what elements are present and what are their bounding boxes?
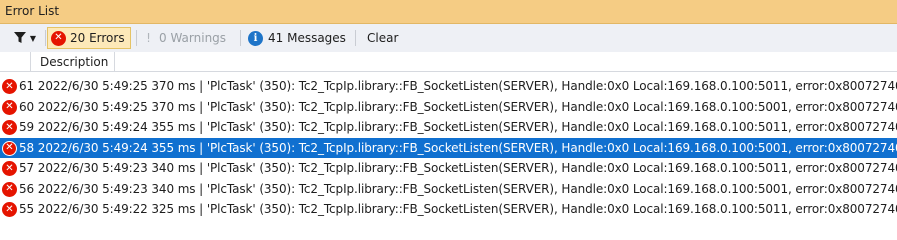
funnel-icon	[13, 32, 26, 43]
list-item[interactable]: ✕ 56 2022/6/30 5:49:23 340 ms | 'PlcTask'…	[0, 179, 897, 200]
error-icon: ✕	[51, 30, 66, 46]
description-column-header[interactable]: Description	[31, 52, 115, 72]
toolbar-separator	[45, 30, 46, 46]
error-icon: ✕	[2, 79, 17, 94]
chevron-down-icon: ▼	[29, 33, 37, 43]
column-header: Description	[0, 52, 897, 72]
list-item[interactable]: ✕ 59 2022/6/30 5:49:24 355 ms | 'PlcTask'…	[0, 117, 897, 138]
errors-label: 20 Errors	[70, 31, 125, 45]
toolbar-separator	[136, 30, 137, 46]
error-description: 61 2022/6/30 5:49:25 370 ms | 'PlcTask' …	[19, 79, 897, 93]
list-item[interactable]: ✕ 58 2022/6/30 5:49:24 355 ms | 'PlcTask'…	[0, 137, 897, 158]
error-description: 58 2022/6/30 5:49:24 355 ms | 'PlcTask' …	[19, 140, 897, 155]
error-icon: ✕	[2, 99, 17, 115]
list-item[interactable]: ✕ 61 2022/6/30 5:49:25 370 ms | 'PlcTask'…	[0, 76, 897, 97]
icon-column-header[interactable]	[0, 52, 31, 72]
list-item[interactable]: ✕ 55 2022/6/30 5:49:22 325 ms | 'PlcTask'…	[0, 199, 897, 220]
error-description: 59 2022/6/30 5:49:24 355 ms | 'PlcTask' …	[19, 120, 897, 134]
warnings-label: 0 Warnings	[159, 31, 227, 45]
warning-icon: !	[146, 31, 151, 45]
list-item[interactable]: ✕ 57 2022/6/30 5:49:23 340 ms | 'PlcTask'…	[0, 158, 897, 179]
messages-filter-button[interactable]: i 41 Messages	[245, 27, 350, 49]
filter-button[interactable]: ▼	[7, 27, 43, 49]
list-item[interactable]: ✕ 60 2022/6/30 5:49:25 370 ms | 'PlcTask'…	[0, 97, 897, 118]
title-bar: Error List	[0, 0, 897, 24]
error-description: 56 2022/6/30 5:49:23 340 ms | 'PlcTask' …	[19, 181, 897, 196]
warnings-filter-button[interactable]: ! 0 Warnings	[141, 27, 235, 49]
info-icon: i	[248, 30, 263, 46]
errors-filter-button[interactable]: ✕ 20 Errors	[47, 27, 131, 49]
error-description: 57 2022/6/30 5:49:23 340 ms | 'PlcTask' …	[19, 161, 897, 175]
error-icon: ✕	[2, 140, 17, 156]
toolbar: ▼ ✕ 20 Errors ! 0 Warnings i 41 Messages…	[0, 24, 897, 52]
toolbar-separator	[240, 30, 241, 46]
toolbar-separator	[355, 30, 356, 46]
error-description: 60 2022/6/30 5:49:25 370 ms | 'PlcTask' …	[19, 99, 897, 114]
error-list: ✕ 61 2022/6/30 5:49:25 370 ms | 'PlcTask'…	[0, 76, 897, 220]
error-icon: ✕	[2, 161, 17, 176]
messages-label: 41 Messages	[268, 31, 346, 45]
error-icon: ✕	[2, 181, 17, 197]
error-icon: ✕	[2, 120, 17, 135]
error-icon: ✕	[2, 202, 17, 217]
error-description: 55 2022/6/30 5:49:22 325 ms | 'PlcTask' …	[19, 202, 897, 216]
clear-button[interactable]: Clear	[360, 27, 408, 49]
window-title: Error List	[5, 4, 60, 18]
